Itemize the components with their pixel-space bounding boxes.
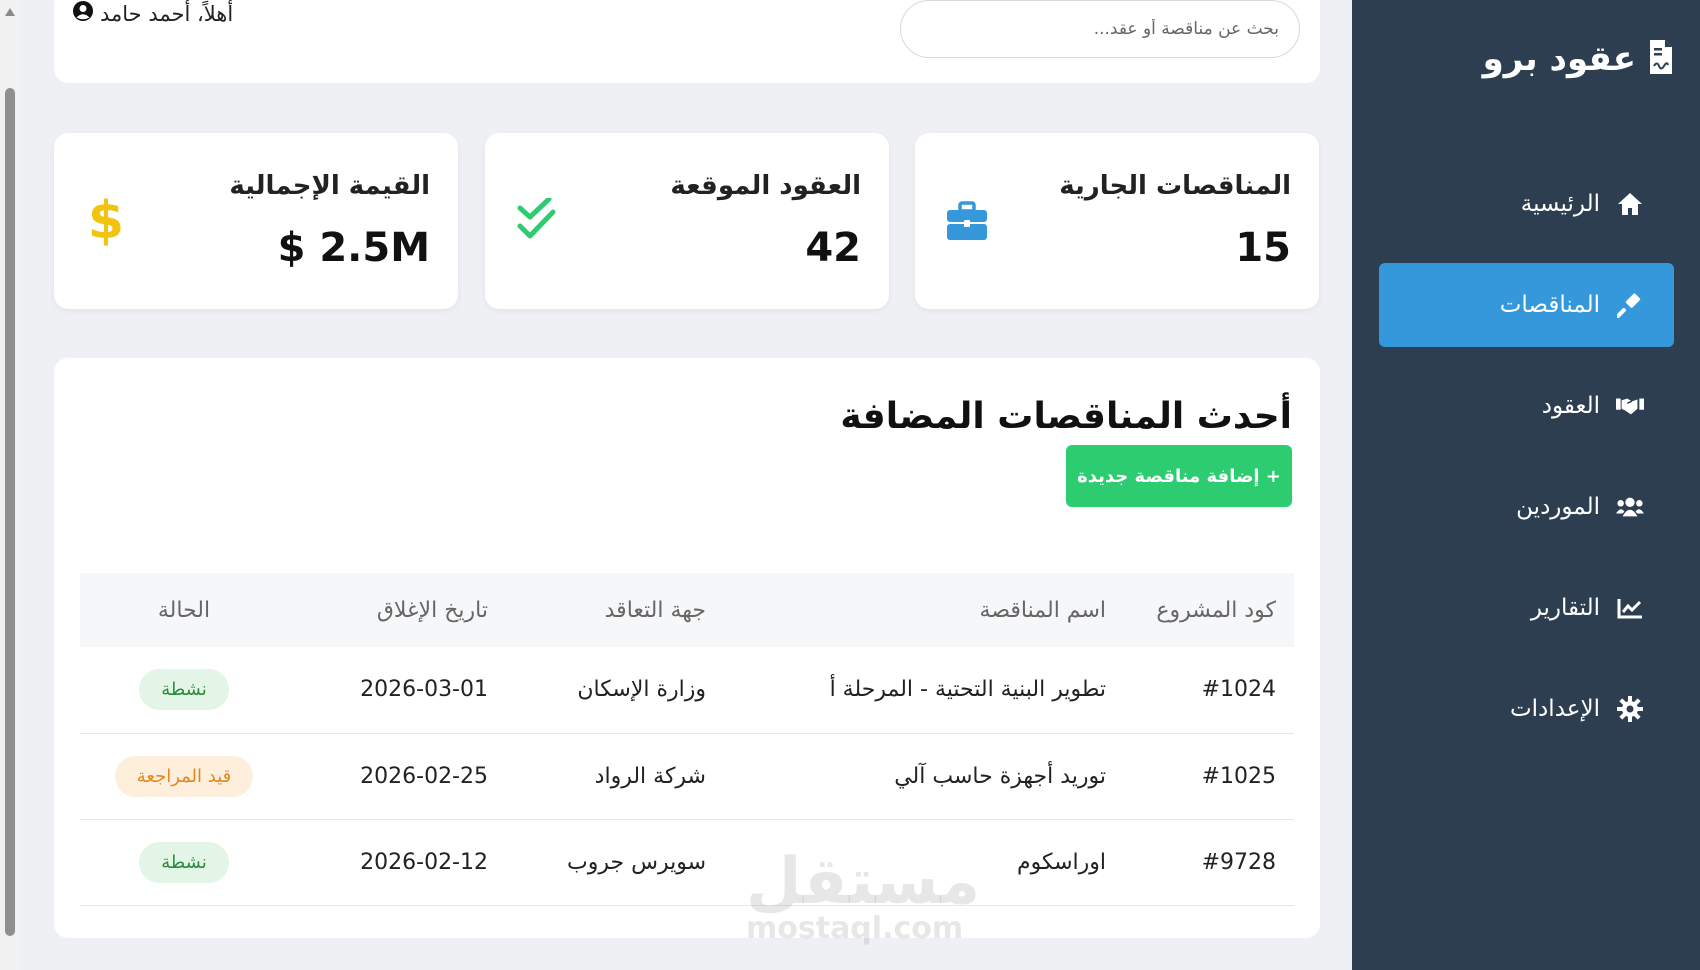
sidebar-item-home[interactable]: الرئيسية xyxy=(1379,162,1674,246)
cell-party: شركة الرواد xyxy=(506,733,724,820)
file-contract-icon xyxy=(1648,38,1674,80)
brand-name: عقود برو xyxy=(1482,39,1636,79)
gavel-icon xyxy=(1616,291,1644,319)
gear-icon xyxy=(1616,695,1644,723)
home-icon xyxy=(1616,190,1644,218)
tenders-table: كود المشروع اسم المناقصة جهة التعاقد تار… xyxy=(80,573,1294,906)
stat-value: 15 xyxy=(1235,225,1291,271)
sidebar-item-label: الرئيسية xyxy=(1520,191,1600,217)
status-badge: قيد المراجعة xyxy=(114,755,254,797)
sidebar-nav: الرئيسية المناقصات العقود الموردين التقا… xyxy=(1379,162,1674,768)
search-input[interactable] xyxy=(900,0,1300,58)
page-scrollbar[interactable] xyxy=(0,0,20,970)
column-header-status[interactable]: الحالة xyxy=(80,573,288,647)
double-check-icon xyxy=(509,193,565,249)
cell-status: نشطة xyxy=(80,647,288,734)
user-circle-icon xyxy=(72,0,94,27)
cell-date: 2026-03-01 xyxy=(288,647,506,734)
status-badge: نشطة xyxy=(139,669,229,711)
table-row[interactable]: #9728 اوراسكوم سويرس جروب 2026-02-12 نشط… xyxy=(80,819,1294,906)
column-header-code[interactable]: كود المشروع xyxy=(1124,573,1294,647)
column-header-date[interactable]: تاريخ الإغلاق xyxy=(288,573,506,647)
cell-date: 2026-02-12 xyxy=(288,819,506,906)
stat-label: العقود الموقعة xyxy=(670,171,861,201)
cell-name: توريد أجهزة حاسب آلي xyxy=(724,733,1124,820)
latest-tenders-panel: أحدث المناقصات المضافة + إضافة مناقصة جد… xyxy=(54,358,1320,938)
sidebar-item-label: المناقصات xyxy=(1499,292,1600,318)
sidebar-item-contracts[interactable]: العقود xyxy=(1379,364,1674,448)
sidebar-item-label: الموردين xyxy=(1516,494,1600,520)
cell-date: 2026-02-25 xyxy=(288,733,506,820)
users-icon xyxy=(1616,493,1644,521)
sidebar-item-suppliers[interactable]: الموردين xyxy=(1379,465,1674,549)
stat-card-signed-contracts: العقود الموقعة 42 xyxy=(485,133,889,309)
stat-card-running-tenders: المناقصات الجارية 15 xyxy=(915,133,1319,309)
cell-name: اوراسكوم xyxy=(724,819,1124,906)
sidebar-item-label: العقود xyxy=(1541,393,1600,419)
sidebar-item-label: الإعدادات xyxy=(1510,696,1600,722)
chart-line-icon xyxy=(1616,594,1644,622)
brand-logo[interactable]: عقود برو xyxy=(1483,38,1674,80)
cell-status: قيد المراجعة xyxy=(80,733,288,820)
dollar-icon: $ xyxy=(87,191,125,251)
cell-party: وزارة الإسكان xyxy=(506,647,724,734)
briefcase-icon xyxy=(939,193,995,249)
scroll-up-arrow[interactable] xyxy=(5,8,15,16)
scroll-thumb[interactable] xyxy=(5,88,15,936)
stat-value: $ 2.5M xyxy=(277,225,430,271)
sidebar-item-settings[interactable]: الإعدادات xyxy=(1379,667,1674,751)
cell-code: #1024 xyxy=(1124,647,1294,734)
stat-label: القيمة الإجمالية xyxy=(229,171,430,201)
table-row[interactable]: #1024 تطوير البنية التحتية - المرحلة أ و… xyxy=(80,647,1294,734)
sidebar: عقود برو الرئيسية المناقصات العقود المور… xyxy=(1352,0,1700,970)
stat-card-total-value: القيمة الإجمالية $ 2.5M $ xyxy=(54,133,458,309)
column-header-party[interactable]: جهة التعاقد xyxy=(506,573,724,647)
sidebar-item-label: التقارير xyxy=(1530,595,1600,621)
table-row[interactable]: #1025 توريد أجهزة حاسب آلي شركة الرواد 2… xyxy=(80,733,1294,820)
greeting-text: أهلاً، أحمد حامد xyxy=(100,1,234,26)
user-greeting[interactable]: أهلاً، أحمد حامد xyxy=(72,0,233,27)
status-badge: نشطة xyxy=(139,841,229,883)
panel-title: أحدث المناقصات المضافة xyxy=(840,396,1292,437)
stat-value: 42 xyxy=(805,225,861,271)
cell-code: #1025 xyxy=(1124,733,1294,820)
cell-party: سويرس جروب xyxy=(506,819,724,906)
sidebar-item-tenders[interactable]: المناقصات xyxy=(1379,263,1674,347)
column-header-name[interactable]: اسم المناقصة xyxy=(724,573,1124,647)
top-header: أهلاً، أحمد حامد xyxy=(54,0,1320,83)
sidebar-item-reports[interactable]: التقارير xyxy=(1379,566,1674,650)
cell-name: تطوير البنية التحتية - المرحلة أ xyxy=(724,647,1124,734)
handshake-icon xyxy=(1616,392,1644,420)
cell-status: نشطة xyxy=(80,819,288,906)
table-header-row: كود المشروع اسم المناقصة جهة التعاقد تار… xyxy=(80,573,1294,647)
stat-label: المناقصات الجارية xyxy=(1059,171,1291,201)
cell-code: #9728 xyxy=(1124,819,1294,906)
add-tender-button[interactable]: + إضافة مناقصة جديدة xyxy=(1066,445,1292,507)
